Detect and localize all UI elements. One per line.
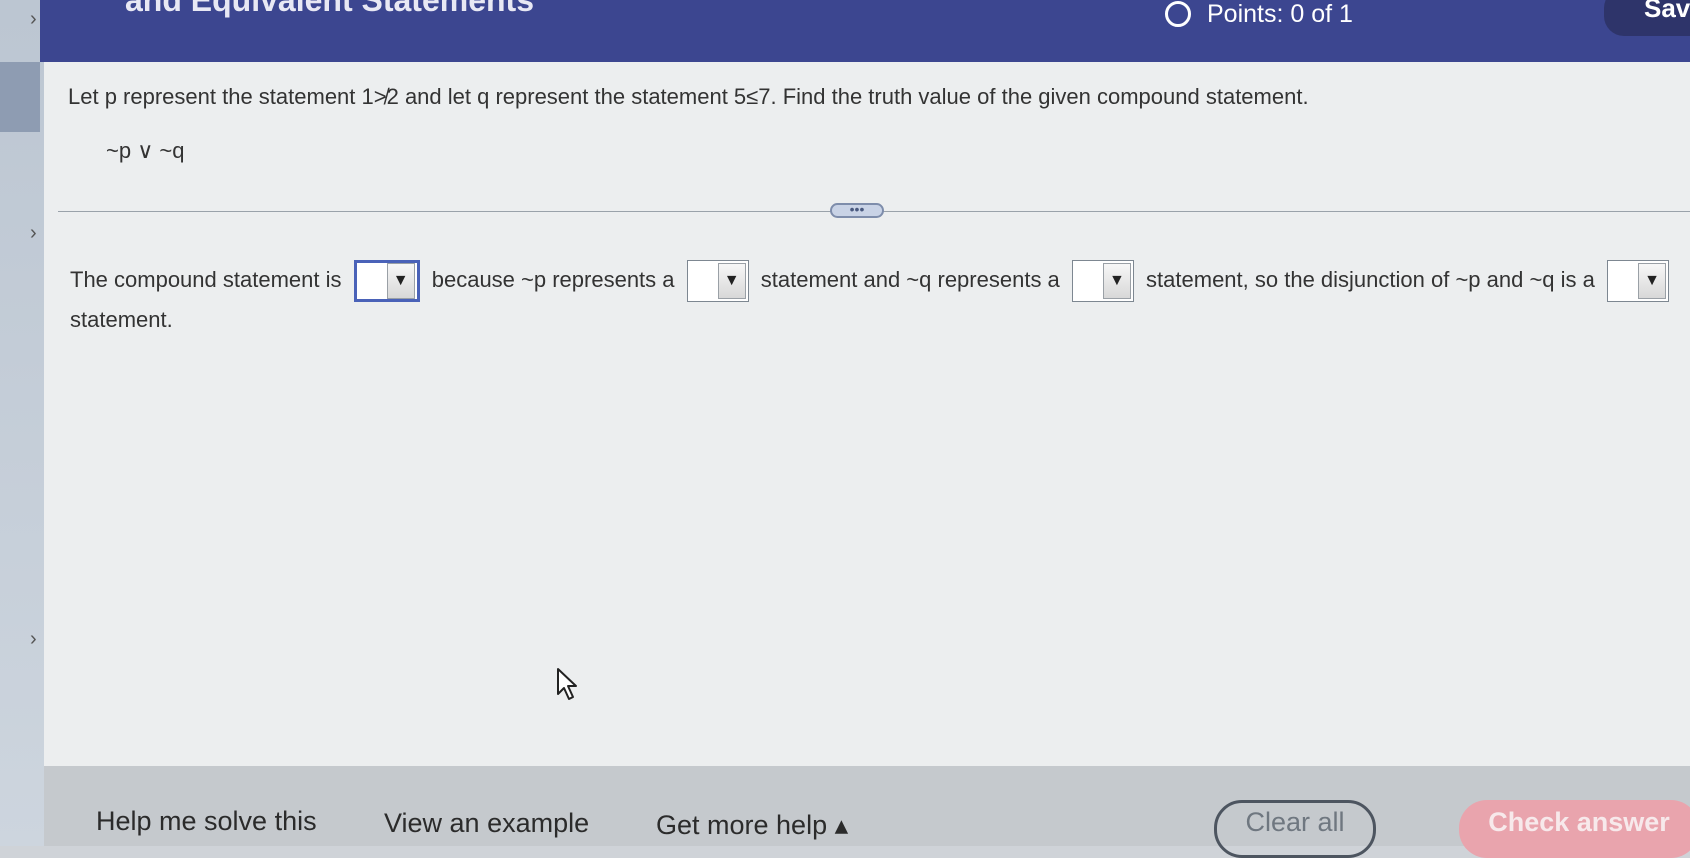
check-answer-button[interactable]: Check answer (1459, 800, 1690, 858)
dropdown-arrow-icon: ▼ (717, 263, 746, 299)
question-prompt: Let p represent the statement 1≯2 and le… (68, 84, 1309, 109)
truth-value-dropdown-2[interactable]: ▼ (686, 260, 749, 302)
question-panel: Let p represent the statement 1≯2 and le… (44, 62, 1690, 766)
answer-text-2: because ~p represents a (431, 266, 675, 292)
header-bar: and Equivalent Statements Points: 0 of 1… (40, 0, 1690, 62)
save-button[interactable]: Save (1604, 0, 1690, 36)
get-more-help-link[interactable]: Get more help ▴ (656, 810, 848, 841)
points-circle-icon (1165, 1, 1191, 27)
compound-expression: ~p ∨ ~q (106, 138, 185, 163)
answer-text-5: statement. (70, 307, 173, 332)
divider-handle[interactable]: ••• (830, 202, 884, 218)
dropdown-arrow-icon: ▼ (1102, 263, 1131, 299)
rail-chevron-icon[interactable]: › (30, 222, 37, 245)
view-example-link[interactable]: View an example (384, 808, 589, 839)
page-title: and Equivalent Statements (125, 0, 534, 18)
answer-sentence: The compound statement is ▼ because ~p r… (70, 260, 1690, 338)
truth-value-dropdown-4[interactable]: ▼ (1607, 260, 1670, 302)
help-me-solve-link[interactable]: Help me solve this (96, 806, 317, 837)
rail-chevron-icon[interactable]: › (30, 628, 37, 651)
dropdown-arrow-icon: ▼ (386, 263, 415, 299)
mouse-cursor-icon (557, 668, 577, 700)
truth-value-dropdown-1[interactable]: ▼ (353, 260, 420, 302)
rail-chevron-icon[interactable]: › (30, 8, 37, 31)
answer-text-1: The compound statement is (70, 266, 342, 292)
clear-all-button[interactable]: Clear all (1214, 800, 1376, 858)
points-indicator: Points: 0 of 1 (1165, 0, 1353, 28)
answer-text-4: statement, so the disjunction of ~p and … (1146, 266, 1595, 292)
rail-tab (0, 62, 40, 132)
answer-text-3: statement and ~q represents a (760, 266, 1060, 292)
left-rail: › › › (0, 0, 44, 846)
points-text: Points: 0 of 1 (1207, 0, 1353, 28)
dropdown-arrow-icon: ▼ (1638, 263, 1667, 299)
footer-bar: Help me solve this View an example Get m… (44, 766, 1690, 858)
truth-value-dropdown-3[interactable]: ▼ (1071, 260, 1134, 302)
